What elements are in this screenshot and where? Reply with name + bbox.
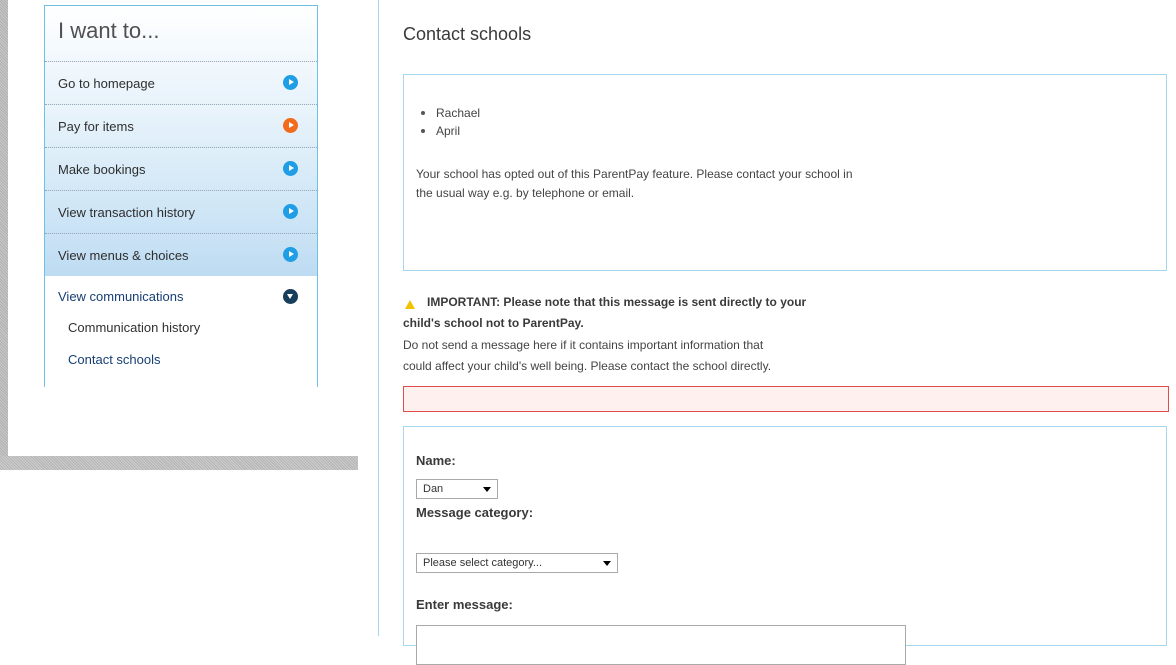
chevron-down-circle-icon[interactable]	[283, 289, 298, 304]
name-select[interactable]: Dan	[416, 479, 498, 499]
message-category-select-value: Please select category...	[423, 557, 543, 569]
sidebar-item-pay-for-items[interactable]: Pay for items	[45, 104, 317, 147]
contact-form: Name: Dan Message category: Please selec…	[403, 426, 1167, 665]
name-label: Name:	[416, 453, 456, 468]
sidebar-shadow-bottom	[0, 456, 358, 470]
message-category-select[interactable]: Please select category...	[416, 553, 618, 573]
message-textarea[interactable]	[416, 625, 906, 665]
sidebar-title: I want to...	[58, 18, 160, 43]
sidebar-menu: I want to... Go to homepage Pay for item…	[44, 5, 318, 387]
info-box: Rachael April Your school has opted out …	[403, 74, 1167, 271]
error-message-bar	[403, 386, 1169, 412]
play-circle-icon	[283, 204, 298, 219]
sidebar-item-label: Go to homepage	[58, 76, 155, 91]
warning-icon	[405, 300, 415, 309]
chevron-down-icon	[483, 487, 491, 492]
list-item: Rachael	[416, 104, 480, 122]
sidebar-item-view-communications: View communications Communication histor…	[45, 276, 317, 376]
children-list: Rachael April	[416, 104, 480, 140]
notice-line: could affect your child's well being. Pl…	[403, 359, 772, 373]
important-notice-line: IMPORTANT: Please note that this message…	[427, 295, 807, 309]
sidebar-item-go-to-homepage[interactable]: Go to homepage	[45, 61, 317, 104]
sidebar-item-view-menus-choices[interactable]: View menus & choices	[45, 233, 317, 276]
message-category-label: Message category:	[416, 505, 534, 520]
message-label: Enter message:	[416, 597, 513, 612]
notice-line: Do not send a message here if it contain…	[403, 338, 764, 352]
main-content: Contact schools Rachael April Your schoo…	[378, 0, 1176, 665]
sidebar-item-view-transaction-history[interactable]: View transaction history	[45, 190, 317, 233]
sidebar-item-label: Pay for items	[58, 119, 134, 134]
page-title: Contact schools	[403, 24, 532, 44]
list-item: April	[416, 122, 480, 140]
sidebar-item-make-bookings[interactable]: Make bookings	[45, 147, 317, 190]
play-circle-icon	[283, 161, 298, 176]
optout-message: Your school has opted out of this Parent…	[416, 167, 853, 200]
sidebar-subitem-contact-schools[interactable]: Contact schools	[68, 352, 161, 367]
sidebar-subitem-communication-history[interactable]: Communication history	[68, 320, 200, 335]
play-circle-icon	[283, 75, 298, 90]
important-notice-line: child's school not to ParentPay.	[403, 316, 584, 330]
name-select-value: Dan	[423, 483, 444, 495]
play-circle-icon	[283, 247, 298, 262]
sidebar-shadow-strip	[0, 0, 8, 470]
sidebar-item-label: View transaction history	[58, 205, 196, 220]
chevron-down-icon	[603, 561, 611, 566]
sidebar-item-label: View menus & choices	[58, 248, 189, 263]
sidebar-header: I want to...	[45, 6, 317, 61]
sidebar-item-label[interactable]: View communications	[58, 289, 183, 304]
play-circle-icon	[283, 118, 298, 133]
sidebar-item-label: Make bookings	[58, 162, 146, 177]
